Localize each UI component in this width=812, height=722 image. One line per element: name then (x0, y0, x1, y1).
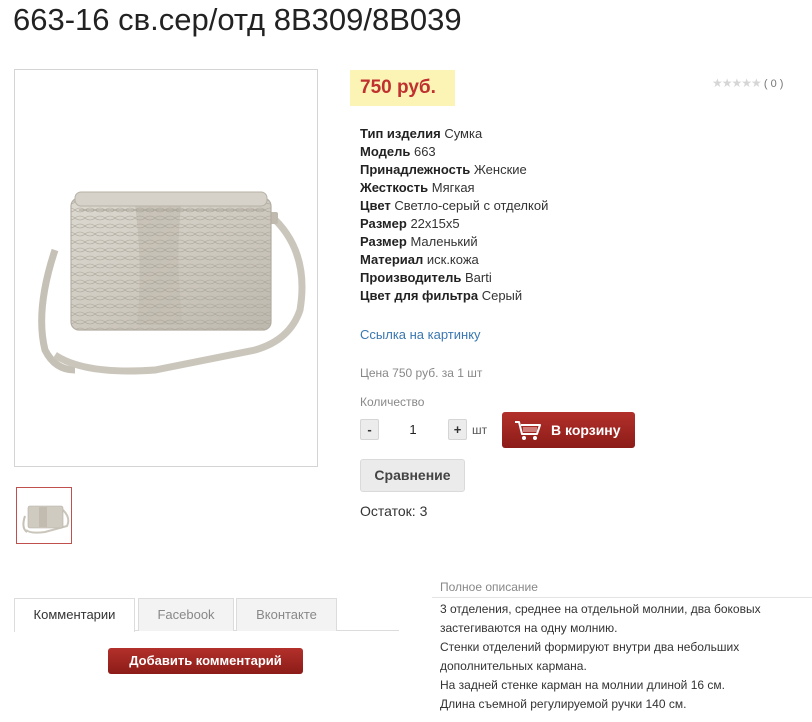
spec-value: Светло-серый с отделкой (394, 198, 549, 213)
spec-row: Цвет для фильтра Серый (360, 287, 548, 305)
add-comment-button[interactable]: Добавить комментарий (108, 648, 303, 674)
spec-value: Barti (464, 270, 492, 285)
spec-row: Размер 22x15x5 (360, 215, 548, 233)
product-specs: Тип изделия Сумка Модель 663 Принадлежно… (360, 125, 548, 305)
spec-row: Материал иск.кожа (360, 251, 548, 269)
spec-value: 663 (413, 144, 436, 159)
spec-key: Размер (360, 234, 407, 249)
compare-button[interactable]: Сравнение (360, 459, 465, 492)
spec-key: Цвет для фильтра (360, 288, 479, 303)
price-highlight: 750 руб. (350, 70, 455, 106)
tab-vkontakte[interactable]: Вконтакте (236, 598, 337, 631)
star-icon[interactable]: ★★★★★ (712, 76, 762, 90)
description-line: Длина съемной регулируемой ручки 140 см. (440, 697, 687, 711)
spec-key: Тип изделия (360, 126, 441, 141)
rating-count: ( 0 ) (763, 78, 784, 90)
description-text: 3 отделения, среднее на отдельной молнии… (440, 600, 812, 714)
description-title: Полное описание (440, 580, 538, 594)
quantity-unit: шт (472, 423, 488, 437)
quantity-input[interactable] (384, 419, 442, 440)
spec-key: Жесткость (360, 180, 429, 195)
spec-value: Сумка (444, 126, 483, 141)
page-title: 663-16 св.сер/отд 8B309/8B039 (13, 2, 462, 37)
spec-value: Мягкая (431, 180, 475, 195)
image-link[interactable]: Ссылка на картинку (360, 327, 481, 342)
spec-key: Производитель (360, 270, 462, 285)
spec-row: Модель 663 (360, 143, 548, 161)
tab-facebook[interactable]: Facebook (138, 598, 234, 631)
spec-row: Тип изделия Сумка (360, 125, 548, 143)
description-line: застегиваются на одну молнию. (440, 621, 618, 635)
description-line: На задней стенке карман на молнии длиной… (440, 678, 725, 692)
spec-row: Цвет Светло-серый с отделкой (360, 197, 548, 215)
spec-value: 22x15x5 (410, 216, 460, 231)
description-line: Стенки отделений формируют внутри два не… (440, 640, 740, 654)
add-to-cart-label: В корзину (551, 422, 621, 438)
spec-row: Размер Маленький (360, 233, 548, 251)
spec-value: иск.кожа (426, 252, 479, 267)
spec-key: Цвет (360, 198, 391, 213)
spec-value: Серый (481, 288, 523, 303)
rating[interactable]: ★★★★★ ( 0 ) (712, 76, 783, 90)
spec-value: Женские (473, 162, 527, 177)
spec-row: Жесткость Мягкая (360, 179, 548, 197)
add-to-cart-button[interactable]: В корзину (502, 412, 635, 448)
product-price: 750 руб. (360, 77, 436, 98)
spec-key: Материал (360, 252, 424, 267)
description-line: 3 отделения, среднее на отдельной молнии… (440, 602, 761, 616)
spec-key: Модель (360, 144, 411, 159)
description-line: дополнительных кармана. (440, 659, 587, 673)
spec-key: Принадлежность (360, 162, 471, 177)
handbag-thumbnail-image (22, 505, 70, 534)
spec-key: Размер (360, 216, 407, 231)
product-main-image[interactable] (14, 69, 318, 467)
quantity-increase-button[interactable]: + (448, 419, 467, 440)
spec-row: Принадлежность Женские (360, 161, 548, 179)
tab-comments[interactable]: Комментарии (14, 598, 135, 632)
quantity-decrease-button[interactable]: - (360, 419, 379, 440)
price-per-unit: Цена 750 руб. за 1 шт (360, 366, 483, 380)
cart-icon (514, 420, 542, 445)
stock-status: Остаток: 3 (360, 503, 428, 519)
spec-value: Маленький (410, 234, 478, 249)
social-tabs: Комментарии Facebook Вконтакте (14, 598, 399, 632)
description-divider (432, 597, 812, 598)
product-thumbnail[interactable] (16, 487, 72, 544)
handbag-image (38, 191, 306, 375)
quantity-label: Количество (360, 395, 425, 409)
spec-row: Производитель Barti (360, 269, 548, 287)
